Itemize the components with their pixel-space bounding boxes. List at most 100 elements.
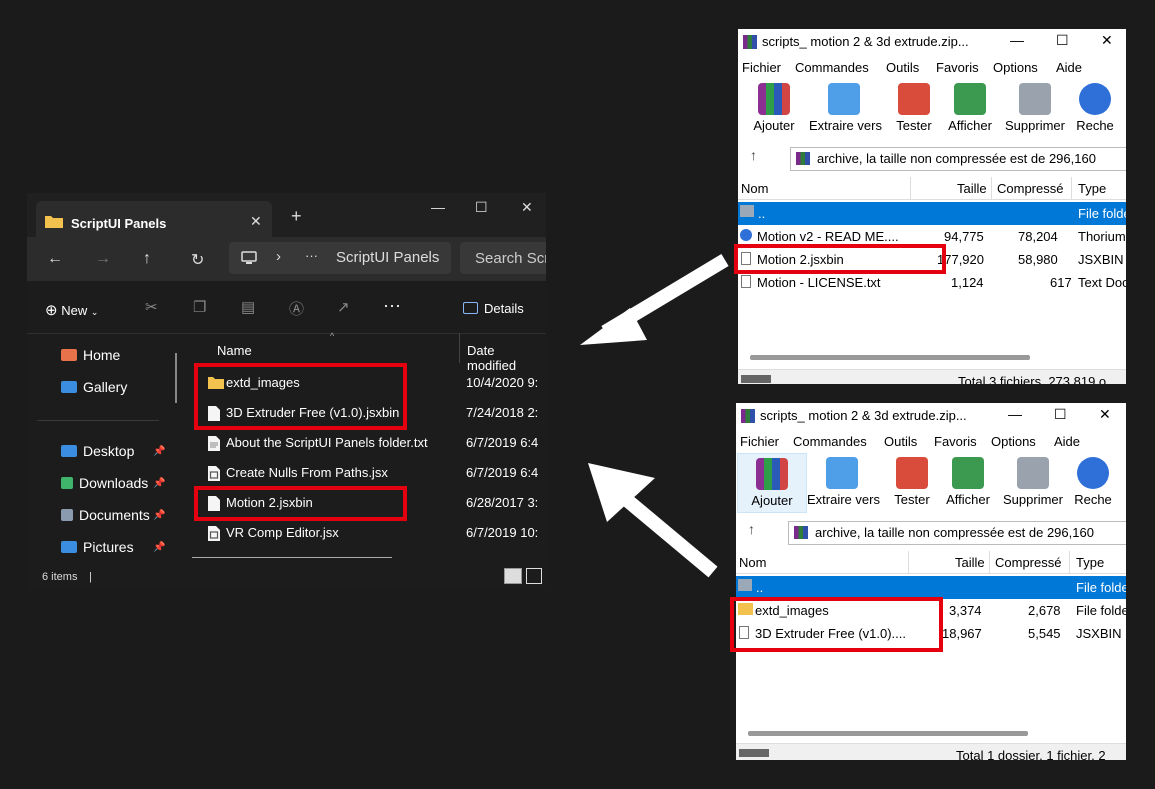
maximize-button[interactable]: ☐ [475, 199, 488, 216]
menu-favoris[interactable]: Favoris [936, 60, 979, 75]
new-button[interactable]: ⊕ New ⌄ [45, 301, 98, 319]
toolbar-add-button[interactable]: Ajouter [739, 79, 809, 133]
folder-icon [45, 216, 63, 228]
breadcrumb-more[interactable]: ··· [305, 248, 318, 263]
list-row-parent[interactable]: .. File folde [736, 576, 1126, 599]
toolbar-extract-button[interactable]: Extraire vers [807, 453, 880, 507]
refresh-icon[interactable]: ↻ [191, 250, 204, 270]
address-bar[interactable]: › ··· ScriptUI Panels [229, 242, 451, 274]
file-row[interactable]: VR Comp Editor.jsx 6/7/2019 10: [203, 519, 546, 547]
maximize-button[interactable]: ☐ [1056, 32, 1069, 49]
sidebar-item-home[interactable]: Home [61, 347, 120, 363]
column-header-compresse[interactable]: Compressé [997, 181, 1063, 196]
window-title: scripts_ motion 2 & 3d extrude.zip... [760, 408, 967, 423]
window-title: scripts_ motion 2 & 3d extrude.zip... [762, 34, 969, 49]
status-text: Total 3 fichiers, 273,819 o [958, 374, 1107, 384]
sidebar-item-documents[interactable]: Documents [61, 507, 150, 523]
paste-icon[interactable]: ▤ [241, 298, 255, 316]
column-divider[interactable] [459, 333, 460, 363]
menu-options[interactable]: Options [993, 60, 1038, 75]
minimize-button[interactable]: — [1008, 406, 1022, 422]
menu-commandes[interactable]: Commandes [795, 60, 869, 75]
horizontal-scrollbar[interactable] [192, 557, 392, 558]
up-arrow-icon[interactable]: ↑ [143, 250, 151, 268]
search-box[interactable]: Search Scr [460, 242, 546, 274]
file-row[interactable]: Create Nulls From Paths.jsx 6/7/2019 6:4 [203, 459, 546, 487]
documents-icon [61, 509, 73, 521]
close-tab-icon[interactable]: ✕ [250, 213, 262, 230]
pin-icon: 📌 [153, 542, 166, 553]
parent-folder-icon [738, 579, 752, 591]
trash-icon [1017, 457, 1049, 489]
menu-outils[interactable]: Outils [884, 434, 917, 449]
sidebar-item-desktop[interactable]: Desktop [61, 443, 134, 459]
menu-fichier[interactable]: Fichier [742, 60, 781, 75]
maximize-button[interactable]: ☐ [1054, 406, 1067, 423]
path-bar: archive, la taille non compressée est de… [738, 141, 1126, 171]
forward-arrow-icon[interactable]: → [95, 250, 111, 268]
desktop-icon [61, 445, 77, 457]
archive-path-field[interactable]: archive, la taille non compressée est de… [790, 147, 1126, 171]
winrar-window-bottom: scripts_ motion 2 & 3d extrude.zip... — … [736, 403, 1126, 760]
file-row[interactable]: About the ScriptUI Panels folder.txt 6/7/… [203, 429, 546, 457]
list-row-parent[interactable]: .. File folde [738, 202, 1126, 225]
menu-outils[interactable]: Outils [886, 60, 919, 75]
menu-options[interactable]: Options [991, 434, 1036, 449]
menu-bar: Fichier Commandes Outils Favoris Options… [738, 55, 1126, 79]
tab-title: ScriptUI Panels [71, 216, 167, 231]
gallery-icon [61, 381, 77, 393]
menu-aide[interactable]: Aide [1054, 434, 1080, 449]
sidebar-item-pictures[interactable]: Pictures [61, 539, 134, 555]
breadcrumb-current[interactable]: ScriptUI Panels [336, 249, 448, 266]
script-file-icon [208, 466, 220, 481]
menu-aide[interactable]: Aide [1056, 60, 1082, 75]
sidebar-scrollbar[interactable] [175, 353, 177, 403]
share-icon[interactable]: ↗ [337, 298, 350, 316]
tab-strip: ScriptUI Panels ✕ + — ☐ ✕ [27, 193, 546, 237]
minimize-button[interactable]: — [1010, 32, 1024, 48]
more-options-button[interactable]: ··· [383, 295, 401, 316]
pin-icon: 📌 [153, 510, 166, 521]
column-header-taille[interactable]: Taille [957, 181, 987, 196]
minimize-button[interactable]: — [431, 199, 445, 215]
toolbar-extract-button[interactable]: Extraire vers [809, 79, 882, 133]
column-header-taille[interactable]: Taille [955, 555, 985, 570]
copy-icon[interactable]: ❐ [193, 298, 206, 316]
column-header-nom[interactable]: Nom [739, 555, 766, 570]
archive-path-field[interactable]: archive, la taille non compressée est de… [788, 521, 1126, 545]
toolbar-add-button[interactable]: Ajouter [737, 453, 807, 513]
menu-favoris[interactable]: Favoris [934, 434, 977, 449]
sidebar-item-gallery[interactable]: Gallery [61, 379, 127, 395]
column-header-type[interactable]: Type [1076, 555, 1104, 570]
new-tab-button[interactable]: + [291, 206, 302, 227]
list-row[interactable]: Motion - LICENSE.txt 1,124 617 Text Doc [738, 271, 1126, 294]
column-header-name[interactable]: Name [217, 343, 252, 358]
close-window-button[interactable]: ✕ [1101, 32, 1113, 49]
menu-fichier[interactable]: Fichier [740, 434, 779, 449]
toolbar-find-button[interactable]: Reche [1058, 453, 1126, 507]
column-header-type[interactable]: Type [1078, 181, 1106, 196]
navigation-bar: ← → ↑ ↻ › ··· ScriptUI Panels Search Scr [27, 237, 546, 281]
menu-commandes[interactable]: Commandes [793, 434, 867, 449]
toolbar-view-button[interactable]: Afficher [933, 453, 1003, 507]
column-header-compresse[interactable]: Compressé [995, 555, 1061, 570]
arrow-icon [588, 463, 718, 578]
sidebar-item-downloads[interactable]: Downloads [61, 475, 148, 491]
tab-scriptui-panels[interactable]: ScriptUI Panels ✕ [36, 201, 272, 237]
tiles-view-icon[interactable] [526, 568, 542, 584]
details-pane-icon [463, 302, 478, 314]
back-arrow-icon[interactable]: ← [47, 250, 63, 268]
toolbar-find-button[interactable]: Reche [1060, 79, 1126, 133]
archive-books-icon [756, 458, 788, 490]
winrar-logo-icon [743, 35, 757, 49]
cut-icon[interactable]: ✂ [145, 298, 158, 316]
close-window-button[interactable]: ✕ [1099, 406, 1111, 423]
toolbar-view-button[interactable]: Afficher [935, 79, 1005, 133]
details-button[interactable]: Details [463, 301, 524, 316]
rename-icon[interactable]: Ⓐ [289, 298, 304, 319]
details-view-icon[interactable] [504, 568, 522, 584]
horizontal-scrollbar[interactable] [748, 731, 1028, 736]
horizontal-scrollbar[interactable] [750, 355, 1030, 360]
close-window-button[interactable]: ✕ [521, 199, 533, 216]
column-header-nom[interactable]: Nom [741, 181, 768, 196]
